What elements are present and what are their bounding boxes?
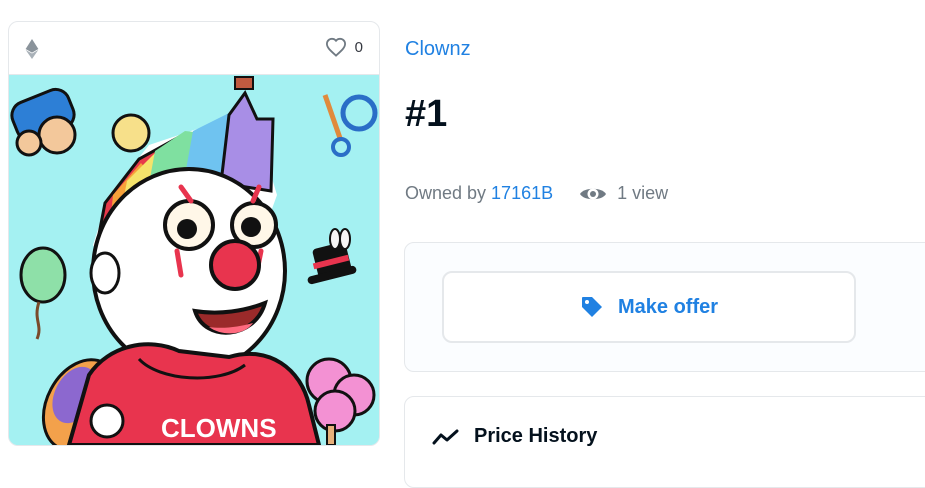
heart-icon	[325, 37, 346, 57]
nft-artwork[interactable]: CLOWNS	[9, 75, 379, 445]
offer-panel: Make offer	[404, 242, 925, 372]
token-title: #1	[405, 93, 448, 135]
trend-icon	[432, 429, 459, 444]
make-offer-button[interactable]: Make offer	[442, 271, 856, 343]
clown-face	[89, 167, 287, 375]
ethereum-icon	[25, 39, 39, 59]
owner-link[interactable]: 17161B	[491, 183, 553, 204]
price-history-header[interactable]: Price History	[432, 425, 597, 448]
hoodie-text: CLOWNS	[161, 413, 277, 443]
make-offer-label: Make offer	[617, 295, 719, 318]
tag-icon	[581, 297, 602, 317]
eye-icon	[580, 188, 607, 199]
favorite-count: 0	[354, 38, 363, 56]
collection-link[interactable]: Clownz	[405, 38, 471, 61]
owner-row: Owned by 17161B 1 view	[405, 183, 668, 204]
card-header: 0	[9, 22, 379, 75]
owned-by-label: Owned by	[405, 183, 487, 203]
view-count: 1 view	[579, 183, 668, 204]
nft-card: 0 CLOWNS	[8, 21, 380, 446]
price-history-panel[interactable]: Price History	[404, 396, 925, 488]
views-label: 1 view	[617, 183, 669, 203]
price-history-label: Price History	[474, 425, 598, 447]
favorite-button[interactable]: 0	[325, 37, 363, 57]
